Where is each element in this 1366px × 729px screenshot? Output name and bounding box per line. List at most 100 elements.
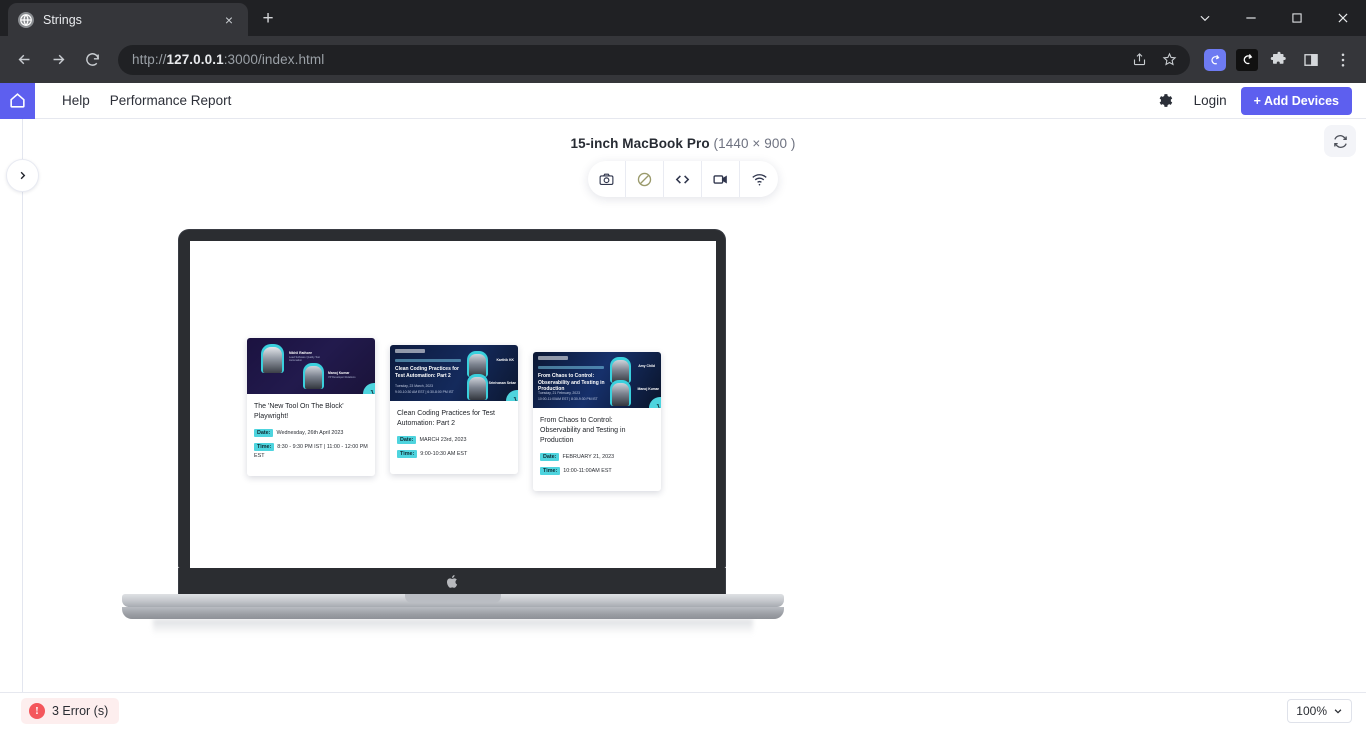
- back-icon[interactable]: [8, 44, 40, 76]
- webinar-body: Clean Coding Practices for Test Automati…: [390, 401, 518, 474]
- video-badge[interactable]: V: [506, 390, 518, 401]
- new-tab-button[interactable]: +: [254, 5, 282, 33]
- reload-icon[interactable]: [76, 44, 108, 76]
- laptop-chin: [178, 568, 726, 594]
- webinar-time-row: Time:10:00-11:00AM EST: [540, 467, 654, 476]
- nav-link-performance-report[interactable]: Performance Report: [100, 93, 242, 108]
- chevron-down-icon[interactable]: [1182, 0, 1228, 36]
- browser-menu-icon[interactable]: [1328, 45, 1358, 75]
- webinar-date-row: Date:MARCH 23rd, 2023: [397, 436, 511, 445]
- extensions-puzzle-icon[interactable]: [1264, 45, 1294, 75]
- speaker-name: Srinivasan Sekar: [489, 381, 516, 385]
- thumb-headline: Clean Coding Practices for Test Automati…: [395, 366, 469, 379]
- speaker-role: VP Developer Relations: [328, 376, 370, 379]
- date-value: MARCH 23rd, 2023: [419, 437, 466, 443]
- laptop-lid: Nikhil Rathore Lead Software Quality Tes…: [178, 229, 726, 568]
- refresh-icon[interactable]: [1324, 125, 1356, 157]
- date-label: Date:: [397, 436, 416, 444]
- webinar-date-row: Date:FEBRUARY 21, 2023: [540, 453, 654, 462]
- thumb-meta: Tuesday, 23 March, 2023: [395, 384, 469, 389]
- url-text: http://127.0.0.1:3000/index.html: [132, 52, 324, 67]
- browser-window: Strings × +: [0, 0, 1366, 729]
- device-stage: 15-inch MacBook Pro (1440 × 900 ): [0, 119, 1366, 692]
- thumb-meta: 10:00-11:00AM EST | 8:30-9:30 PM IST: [538, 397, 612, 402]
- camera-icon[interactable]: [588, 161, 626, 197]
- home-icon[interactable]: [0, 83, 35, 119]
- webinar-card[interactable]: Nikhil Rathore Lead Software Quality Tes…: [247, 338, 375, 476]
- brand-logo: [395, 349, 425, 353]
- sidebar-rail: [22, 119, 23, 692]
- speaker-avatar: [467, 374, 488, 400]
- speaker-avatar: [303, 363, 324, 389]
- speaker-role: Lead Software Quality Test Automation: [289, 356, 333, 363]
- side-panel-icon[interactable]: [1296, 45, 1326, 75]
- globe-icon: [18, 12, 34, 28]
- wifi-icon[interactable]: [740, 161, 778, 197]
- webinar-body: From Chaos to Control: Observability and…: [533, 408, 661, 491]
- bookmark-star-icon[interactable]: [1156, 47, 1182, 73]
- app-navbar: Help Performance Report Login + Add Devi…: [0, 83, 1366, 119]
- webinar-time-row: Time:8:30 - 9:30 PM IST | 11:00 - 12:00 …: [254, 443, 368, 461]
- thumb-meta: Tuesday, 21 February, 2023: [538, 391, 612, 396]
- webinar-card-list: Nikhil Rathore Lead Software Quality Tes…: [190, 241, 716, 491]
- webinar-title: From Chaos to Control: Observability and…: [540, 416, 654, 446]
- webinar-title: Clean Coding Practices for Test Automati…: [397, 409, 511, 429]
- date-label: Date:: [540, 453, 559, 461]
- webinar-date-row: Date:Wednesday, 26th April 2023: [254, 429, 368, 438]
- zoom-selector[interactable]: 100%: [1287, 699, 1352, 723]
- webinar-card[interactable]: From Chaos to Control: Observability and…: [533, 352, 661, 491]
- video-badge[interactable]: V: [649, 397, 661, 408]
- sidebar-expand-button[interactable]: [6, 159, 39, 192]
- device-screen[interactable]: Nikhil Rathore Lead Software Quality Tes…: [190, 241, 716, 568]
- tab-title: Strings: [43, 13, 211, 27]
- speaker-name: Manoj Kumar: [638, 387, 659, 391]
- speaker-name: Amy Child: [638, 364, 655, 368]
- webinar-thumbnail: Clean Coding Practices for Test Automati…: [390, 345, 518, 401]
- laptop-base-bottom: [122, 607, 784, 619]
- maximize-icon[interactable]: [1274, 0, 1320, 36]
- error-badge[interactable]: ! 3 Error (s): [21, 698, 119, 724]
- chevron-right-icon: [17, 170, 28, 181]
- brand-logo: [538, 356, 568, 360]
- laptop-base-top: [122, 594, 784, 607]
- chevron-down-icon: [1333, 706, 1343, 716]
- apple-logo-icon: [446, 574, 459, 589]
- thumb-eyebrow: [395, 359, 461, 362]
- date-value: Wednesday, 26th April 2023: [276, 430, 343, 436]
- speaker-name: Nikhil Rathore: [289, 351, 312, 355]
- address-bar[interactable]: http://127.0.0.1:3000/index.html: [118, 45, 1190, 75]
- forward-icon[interactable]: [42, 44, 74, 76]
- browser-tab[interactable]: Strings ×: [8, 3, 248, 36]
- zoom-level-label: 100%: [1296, 704, 1327, 718]
- add-devices-button[interactable]: + Add Devices: [1241, 87, 1352, 115]
- video-camera-icon[interactable]: [702, 161, 740, 197]
- login-link[interactable]: Login: [1180, 93, 1241, 108]
- minimize-icon[interactable]: [1228, 0, 1274, 36]
- thumb-eyebrow: [538, 366, 604, 369]
- status-bar: ! 3 Error (s) 100%: [0, 692, 1366, 729]
- time-label: Time:: [540, 467, 560, 475]
- laptop-notch: [405, 594, 501, 603]
- gear-icon[interactable]: [1150, 86, 1180, 116]
- omnibox-actions: [1126, 47, 1182, 73]
- extension-recorder-icon[interactable]: [1232, 45, 1262, 75]
- browser-toolbar: http://127.0.0.1:3000/index.html: [0, 36, 1366, 83]
- nav-link-help[interactable]: Help: [52, 93, 100, 108]
- window-controls: [1182, 0, 1366, 36]
- speaker-avatar: [261, 344, 284, 373]
- close-icon[interactable]: [1320, 0, 1366, 36]
- code-brackets-icon[interactable]: [664, 161, 702, 197]
- close-icon[interactable]: ×: [220, 11, 238, 29]
- error-icon: !: [29, 703, 45, 719]
- share-icon[interactable]: [1126, 47, 1152, 73]
- circle-slash-icon[interactable]: [626, 161, 664, 197]
- webinar-card[interactable]: Clean Coding Practices for Test Automati…: [390, 345, 518, 474]
- device-title: 15-inch MacBook Pro (1440 × 900 ): [0, 136, 1366, 151]
- webinar-thumbnail: Nikhil Rathore Lead Software Quality Tes…: [247, 338, 375, 394]
- extension-lambdatest-icon[interactable]: [1200, 45, 1230, 75]
- tab-strip: Strings × +: [0, 0, 1366, 36]
- video-badge[interactable]: V: [363, 383, 375, 394]
- webinar-thumbnail: From Chaos to Control: Observability and…: [533, 352, 661, 408]
- page-viewport: Help Performance Report Login + Add Devi…: [0, 83, 1366, 729]
- url-path: :3000/index.html: [224, 52, 325, 67]
